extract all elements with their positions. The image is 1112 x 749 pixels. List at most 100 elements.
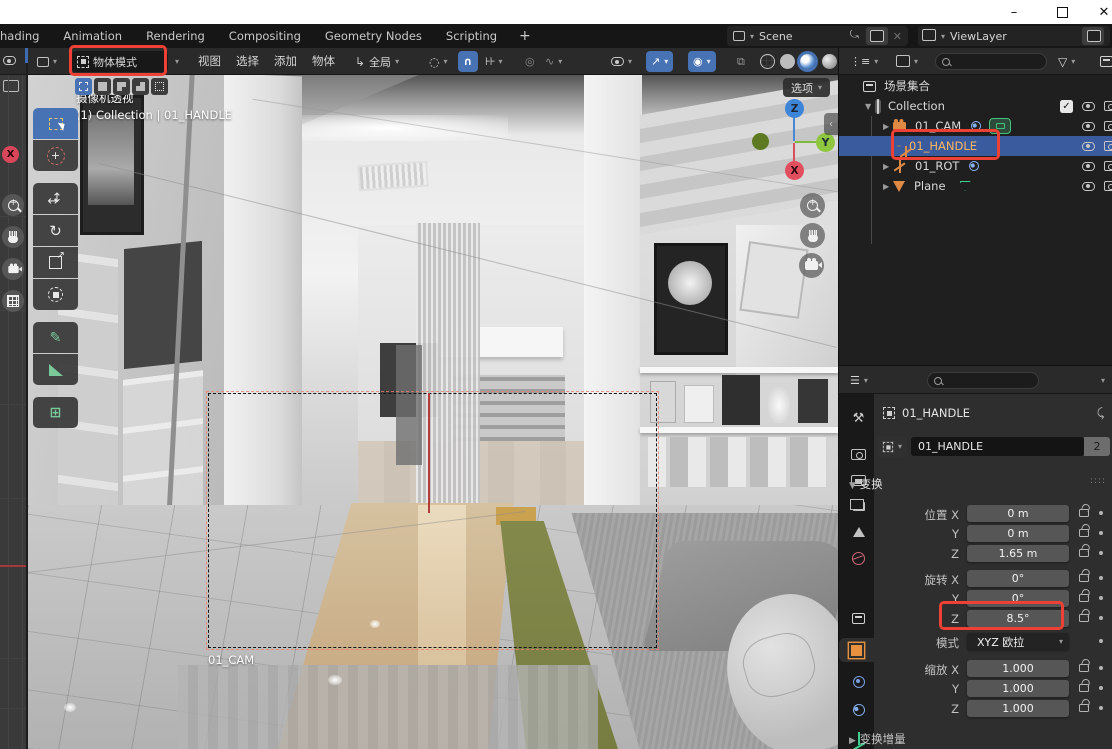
select-mode-intersect[interactable]: [151, 78, 168, 95]
tab-compositing[interactable]: Compositing: [217, 25, 313, 47]
lock-icon[interactable]: [1079, 664, 1089, 672]
collection-checkbox[interactable]: ✓: [1060, 100, 1073, 113]
shading-material-button[interactable]: [800, 54, 815, 69]
location-z-field[interactable]: 1.65 m: [967, 545, 1069, 562]
gizmo-axis-z[interactable]: Z: [785, 99, 804, 118]
animate-dot[interactable]: [1099, 551, 1103, 555]
transform-panel-header[interactable]: ▼ 变换: [849, 476, 883, 492]
menu-view[interactable]: 视图: [198, 53, 221, 69]
tab-scene[interactable]: [843, 520, 874, 544]
row-collection[interactable]: ▼ Collection ✓: [839, 96, 1112, 116]
maximize-button[interactable]: [1048, 1, 1076, 23]
render-visibility-toggle[interactable]: [1104, 121, 1112, 131]
add-viewlayer-button[interactable]: [1082, 27, 1104, 45]
scale-y-field[interactable]: 1.000: [967, 680, 1069, 697]
hide-eye-toggle[interactable]: [1082, 102, 1095, 111]
animate-dot[interactable]: [1099, 511, 1103, 515]
animate-dot[interactable]: [1099, 576, 1103, 580]
properties-options-arrow[interactable]: ▾: [1101, 376, 1105, 385]
scale-z-field[interactable]: 1.000: [967, 700, 1069, 717]
render-visibility-toggle[interactable]: [1104, 101, 1112, 111]
select-mode-invert[interactable]: [132, 78, 149, 95]
tab-constraints[interactable]: [843, 698, 874, 722]
add-workspace-button[interactable]: +: [509, 28, 541, 44]
rotation-mode-dropdown[interactable]: XYZ 欧拉▾: [967, 633, 1069, 650]
tab-view-layer[interactable]: [843, 494, 874, 518]
overlays-dropdown[interactable]: ◉▾: [688, 51, 716, 72]
lock-icon[interactable]: [1079, 614, 1089, 622]
zoom-button[interactable]: [800, 193, 825, 218]
tool-rotate[interactable]: ↻: [33, 215, 78, 246]
snap-toggle[interactable]: ∩: [458, 51, 478, 72]
tab-physics[interactable]: [843, 670, 874, 694]
tool-measure[interactable]: [33, 354, 78, 385]
new-collection-button[interactable]: [1095, 51, 1112, 72]
scale-x-field[interactable]: 1.000: [967, 660, 1069, 677]
editor-type-dropdown[interactable]: ▾: [32, 51, 62, 72]
row-scene-collection[interactable]: 场景集合: [839, 76, 1112, 96]
camera-frame-border[interactable]: [208, 393, 657, 648]
disclosure-icon[interactable]: ▶: [883, 162, 893, 171]
disclosure-icon[interactable]: ▼: [865, 102, 875, 111]
animate-dot[interactable]: [1099, 666, 1103, 670]
tool-cursor[interactable]: +: [33, 140, 78, 171]
animate-dot[interactable]: [1099, 616, 1103, 620]
menu-add[interactable]: 添加: [274, 53, 297, 69]
xray-toggle[interactable]: ⧉: [732, 51, 750, 72]
minimize-button[interactable]: –: [1000, 1, 1028, 23]
lock-icon[interactable]: [1079, 704, 1089, 712]
gizmos-dropdown[interactable]: ↗▾: [646, 51, 673, 72]
animate-dot[interactable]: [1099, 639, 1103, 643]
object-id-dropdown[interactable]: ▾: [877, 436, 907, 457]
tab-tool[interactable]: ⚒: [843, 406, 874, 430]
new-scene-button[interactable]: [866, 27, 888, 45]
object-name-input[interactable]: 01_HANDLE: [911, 437, 1084, 456]
camera-view-button[interactable]: [799, 253, 824, 278]
camera-view-button[interactable]: [2, 258, 24, 280]
rotation-x-field[interactable]: 0°: [967, 570, 1069, 587]
delta-transform-panel-header[interactable]: ▶ 变换增量: [849, 731, 906, 747]
menu-select[interactable]: 选择: [236, 53, 259, 69]
outliner-filter-id-dropdown[interactable]: ▾: [893, 51, 923, 72]
tool-add-cube[interactable]: ⊞: [33, 397, 78, 428]
lock-icon[interactable]: [1079, 684, 1089, 692]
animate-dot[interactable]: [1099, 686, 1103, 690]
pan-hand-button[interactable]: [2, 226, 24, 248]
users-count-badge[interactable]: 2: [1084, 437, 1110, 456]
scene-selector[interactable]: ▾ Scene ✕: [727, 26, 908, 46]
lock-icon[interactable]: [1079, 529, 1089, 537]
pin-id-icon[interactable]: ⤿: [1092, 405, 1109, 423]
properties-editor-type-dropdown[interactable]: ☰▾: [845, 370, 873, 391]
hide-eye-toggle[interactable]: [1082, 122, 1095, 131]
hide-eye-toggle[interactable]: [1082, 142, 1095, 151]
lock-icon[interactable]: [1079, 594, 1089, 602]
tool-select-box[interactable]: [33, 108, 78, 139]
tool-annotate[interactable]: ✎: [33, 322, 78, 353]
render-visibility-toggle[interactable]: [1104, 141, 1112, 151]
tab-render[interactable]: [843, 442, 874, 466]
gizmo-axis-x[interactable]: X: [785, 161, 804, 180]
animate-dot[interactable]: [1099, 706, 1103, 710]
shading-rendered-button[interactable]: [822, 54, 837, 69]
options-dropdown[interactable]: 选项▾: [783, 78, 830, 97]
panel-drag-dots[interactable]: ::::: [1090, 476, 1106, 486]
pin-icon[interactable]: [850, 31, 861, 42]
outliner-display-mode-dropdown[interactable]: ⋮≡▾: [845, 51, 883, 72]
visibility-eye-icon[interactable]: [3, 56, 16, 65]
tab-scripting[interactable]: Scripting: [434, 25, 509, 47]
snap-with-dropdown[interactable]: ⊦⊦▾: [480, 51, 507, 72]
grid-ortho-button[interactable]: [2, 290, 24, 312]
outliner-filter-dropdown[interactable]: ▽▾: [1053, 51, 1080, 72]
gizmo-x-ball[interactable]: X: [2, 146, 19, 163]
lock-icon[interactable]: [1079, 574, 1089, 582]
orientation-dropdown[interactable]: ↳ 全局▾: [350, 51, 404, 72]
hide-eye-toggle[interactable]: [1082, 162, 1095, 171]
lock-icon[interactable]: [1079, 549, 1089, 557]
tab-animation[interactable]: Animation: [51, 25, 134, 47]
hide-eye-toggle[interactable]: [1082, 182, 1095, 191]
pivot-dropdown[interactable]: ◌▾: [424, 51, 453, 72]
animate-dot[interactable]: [1099, 596, 1103, 600]
pan-hand-button[interactable]: [800, 223, 825, 248]
location-y-field[interactable]: 0 m: [967, 525, 1069, 542]
visibility-dropdown[interactable]: ▾: [606, 51, 637, 72]
